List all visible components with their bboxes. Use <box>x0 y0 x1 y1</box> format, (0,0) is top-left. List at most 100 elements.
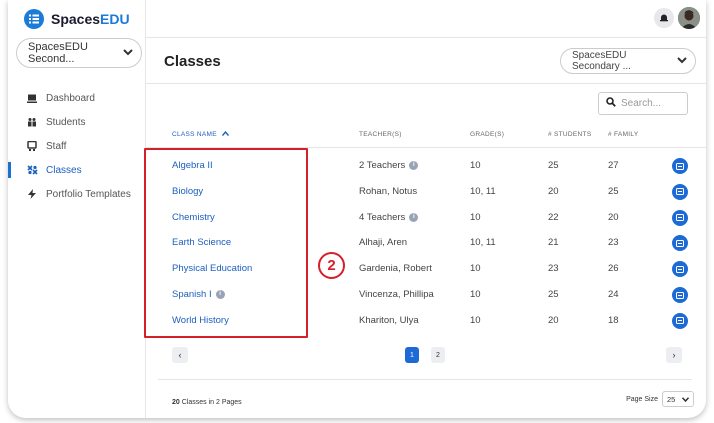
grades-cell: 10 <box>470 153 481 179</box>
sidebar-item-label: Students <box>46 116 86 128</box>
sidebar-item-students[interactable]: Students <box>8 110 145 134</box>
grades-cell: 10 <box>470 308 481 334</box>
teacher-cell-text: Gardenia, Robert <box>359 263 432 275</box>
family-cell-text: 23 <box>608 237 619 249</box>
results-summary: 20 Classes in 2 Pages <box>172 399 242 406</box>
teacher-cell-text: Vincenza, Phillipa <box>359 289 434 300</box>
info-icon[interactable]: i <box>409 160 419 170</box>
students-cell-text: 20 <box>548 185 559 197</box>
sidebar-item-staff[interactable]: Staff <box>8 134 145 158</box>
scope-select-value: SpacesEDU Secondary ... <box>572 50 631 72</box>
grades-cell-text: 10, 11 <box>470 185 496 197</box>
grades-cell: 10 <box>470 256 481 282</box>
search-input[interactable]: Search... <box>598 92 688 115</box>
column-header-class-name[interactable]: CLASS NAME <box>172 130 230 139</box>
callout-number: 2 <box>318 252 345 279</box>
sidebar-item-dashboard[interactable]: Dashboard <box>8 86 145 110</box>
column-header-family[interactable]: # FAMILY <box>608 131 638 138</box>
family-cell: 25 <box>608 179 619 205</box>
logo-text: SpacesEDU <box>51 11 130 27</box>
grades-cell-text: 10 <box>470 160 481 171</box>
family-cell: 23 <box>608 230 619 256</box>
logo-text-suffix: EDU <box>100 11 130 27</box>
sidebar: SpacesEDU SpacesEDU Second... Dashboard … <box>8 0 146 418</box>
grades-cell: 10, 11 <box>470 230 496 256</box>
column-header-label: CLASS NAME <box>172 131 217 139</box>
grades-cell-text: 10 <box>470 289 481 300</box>
family-cell-text: 26 <box>608 263 619 275</box>
results-summary-text: Classes in 2 Pages <box>179 399 242 406</box>
class-action-icon[interactable] <box>672 209 688 226</box>
column-header-grades[interactable]: GRADE(S) <box>470 131 504 138</box>
teacher-cell: Alhaji, Aren <box>359 230 407 256</box>
lightning-icon <box>26 189 38 199</box>
title-divider <box>146 83 706 84</box>
logo-text-prefix: Spaces <box>51 11 101 27</box>
column-header-teachers[interactable]: TEACHER(S) <box>359 131 402 138</box>
teacher-cell-text: 2 Teachers <box>359 160 406 171</box>
notifications-icon[interactable] <box>654 8 674 28</box>
family-cell: 18 <box>608 308 619 334</box>
grades-cell-text: 10, 11 <box>470 237 496 249</box>
students-icon <box>26 117 38 127</box>
sidebar-item-label: Staff <box>46 140 67 152</box>
avatar[interactable] <box>678 7 700 29</box>
page-size-select[interactable]: 25 <box>662 391 694 407</box>
spacesedu-logo-icon <box>24 9 44 29</box>
sidebar-item-portfolio-templates[interactable]: Portfolio Templates <box>8 182 145 206</box>
sidebar-item-classes[interactable]: Classes <box>8 158 145 182</box>
teacher-cell: 4 Teachers i <box>359 205 419 231</box>
teacher-cell-text: Rohan, Notus <box>359 185 418 197</box>
teacher-cell: Gardenia, Robert <box>359 256 432 282</box>
grades-cell-text: 10 <box>470 314 481 326</box>
teacher-cell: Khariton, Ulya <box>359 308 419 334</box>
class-action-icon[interactable] <box>672 158 688 174</box>
school-select[interactable]: SpacesEDU Second... <box>16 38 142 68</box>
class-action-icon[interactable] <box>672 287 688 303</box>
teacher-cell: Rohan, Notus <box>359 179 417 205</box>
info-icon[interactable]: i <box>409 212 419 222</box>
teacher-cell: 2 Teachers i <box>359 153 419 179</box>
prev-page-button[interactable]: ‹ <box>172 347 188 363</box>
students-cell: 20 <box>548 308 559 334</box>
class-action-icon[interactable] <box>672 235 688 252</box>
grades-cell: 10 <box>470 205 481 231</box>
family-cell-text: 25 <box>608 185 619 197</box>
teacher-cell: Vincenza, Phillipa <box>359 282 434 308</box>
logo[interactable]: SpacesEDU <box>24 9 130 29</box>
monitor-icon <box>26 94 38 103</box>
grades-cell-text: 10 <box>470 263 481 275</box>
teacher-cell-text: 4 Teachers <box>359 211 406 223</box>
page-number-2[interactable]: 2 <box>431 347 445 363</box>
family-cell: 26 <box>608 256 619 282</box>
header-divider <box>146 37 706 38</box>
sidebar-item-label: Portfolio Templates <box>46 188 131 200</box>
class-action-icon[interactable] <box>672 183 688 200</box>
teacher-cell-text: Khariton, Ulya <box>359 314 419 326</box>
students-cell: 25 <box>548 282 559 308</box>
students-cell-text: 23 <box>548 263 559 275</box>
class-action-icon[interactable] <box>672 312 688 329</box>
page-size-control: Page Size 25 <box>626 391 694 407</box>
page-title: Classes <box>164 53 221 70</box>
students-cell: 22 <box>548 205 559 231</box>
class-action-icon[interactable] <box>672 261 688 278</box>
top-bar <box>146 0 706 37</box>
scope-select[interactable]: SpacesEDU Secondary ... <box>560 48 696 74</box>
column-header-students[interactable]: # STUDENTS <box>548 131 591 138</box>
family-cell-text: 20 <box>608 211 619 223</box>
page-size-label: Page Size <box>626 395 658 403</box>
grades-cell: 10, 11 <box>470 179 496 205</box>
family-cell: 20 <box>608 205 619 231</box>
search-icon <box>606 97 616 110</box>
search-placeholder: Search... <box>621 98 662 109</box>
page-size-value: 25 <box>667 394 676 404</box>
next-page-button[interactable]: › <box>666 347 682 363</box>
students-cell: 20 <box>548 179 559 205</box>
students-cell: 21 <box>548 230 559 256</box>
results-count: 20 <box>172 399 180 406</box>
staff-icon <box>26 141 38 151</box>
page-number-1[interactable]: 1 <box>405 347 419 363</box>
students-cell: 25 <box>548 153 559 179</box>
students-cell-text: 22 <box>548 211 559 223</box>
